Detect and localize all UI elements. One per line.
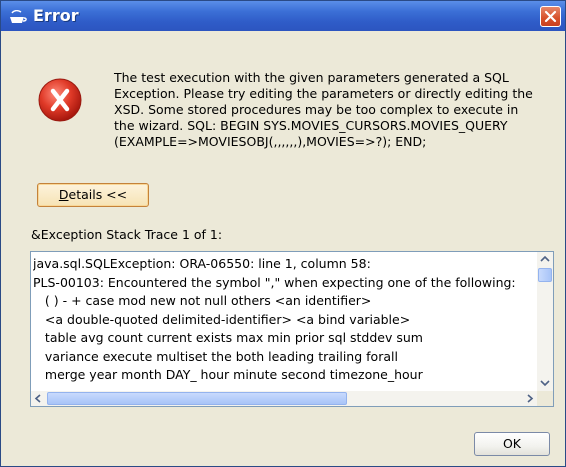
horizontal-scrollbar[interactable] [31, 391, 537, 406]
trace-line: PLS-00103: Encountered the symbol "," wh… [33, 274, 516, 290]
trace-line: merge year month DAY_ hour minute second… [33, 367, 423, 382]
message-line: the wizard. SQL: BEGIN SYS.MOVIES_CURSOR… [114, 118, 508, 133]
scroll-left-icon[interactable] [31, 391, 46, 406]
close-button[interactable] [540, 6, 561, 27]
trace-line: table avg count current exists max min p… [33, 330, 423, 345]
ok-button[interactable]: OK [474, 432, 550, 456]
scroll-up-icon[interactable] [537, 252, 553, 267]
scroll-corner [537, 391, 553, 406]
window-title: Error [33, 6, 79, 25]
message-line: XSD. Some stored procedures may be too c… [114, 102, 519, 117]
message-line: The test execution with the given parame… [114, 70, 509, 85]
scroll-right-icon[interactable] [522, 391, 537, 406]
horizontal-scroll-thumb[interactable] [47, 392, 347, 405]
coffee-cup-icon [9, 9, 27, 23]
error-x-icon [37, 77, 83, 123]
scroll-down-icon[interactable] [537, 376, 553, 391]
details-button[interactable]: Details << [37, 183, 149, 207]
details-mnemonic: D [58, 187, 69, 202]
stack-trace-area[interactable]: java.sql.SQLException: ORA-06550: line 1… [30, 251, 554, 407]
trace-line: <a double-quoted delimited-identifier> <… [33, 311, 411, 327]
title-bar[interactable]: Error [1, 1, 565, 31]
stack-trace-label: &Exception Stack Trace 1 of 1: [31, 227, 223, 242]
trace-line: ( ) - + case mod new not null others <an… [33, 293, 372, 308]
error-dialog: Error The test execution with the given … [0, 0, 566, 467]
message-line: (EXAMPLE=>MOVIESOBJ(,,,,,,),MOVIES=>?); … [114, 134, 427, 149]
trace-line: java.sql.SQLException: ORA-06550: line 1… [33, 256, 371, 271]
close-icon [544, 10, 557, 23]
stack-trace-text[interactable]: java.sql.SQLException: ORA-06550: line 1… [33, 255, 537, 391]
message-line: Exception. Please try editing the parame… [114, 86, 533, 101]
trace-line: variance execute multiset the both leadi… [33, 348, 398, 364]
vertical-scroll-thumb[interactable] [538, 268, 552, 282]
details-label: etails << [68, 187, 128, 202]
error-message: The test execution with the given parame… [114, 70, 554, 150]
vertical-scrollbar[interactable] [537, 252, 553, 391]
